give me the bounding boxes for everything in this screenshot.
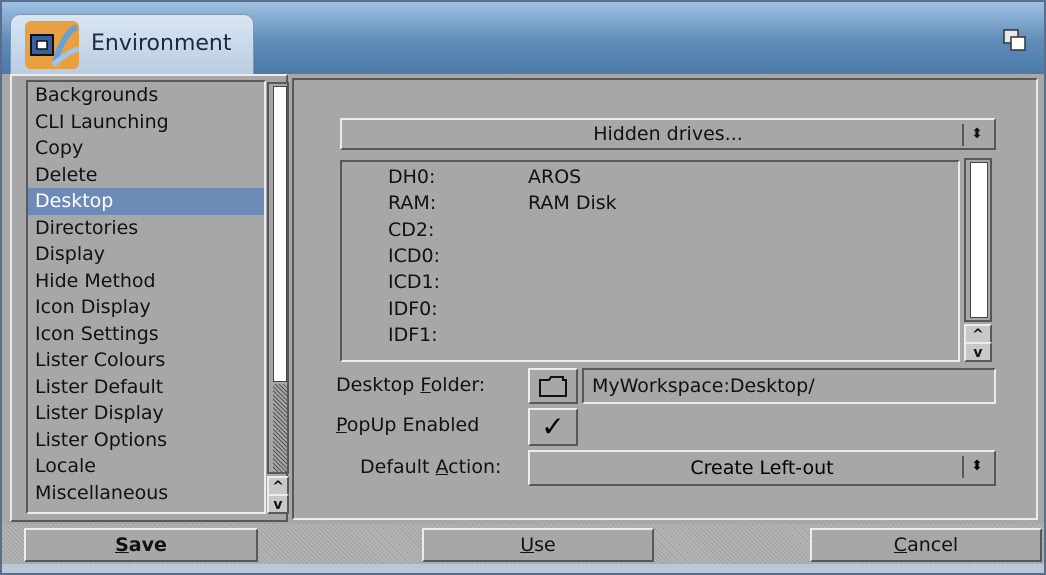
category-panel: Backgrounds CLI Launching Copy Delete Deskto… bbox=[10, 74, 289, 522]
drive-row[interactable]: ICD1: bbox=[388, 271, 528, 293]
category-item[interactable]: Icon Display bbox=[28, 294, 264, 321]
scrollbar-track[interactable] bbox=[964, 158, 992, 322]
hidden-drives-label: Hidden drives... bbox=[593, 123, 743, 145]
cycle-icon: ⬍ bbox=[962, 456, 990, 478]
cancel-button[interactable]: Cancel bbox=[810, 528, 1042, 562]
category-item[interactable]: Desktop bbox=[28, 188, 264, 215]
hidden-drives-list[interactable]: DH0: AROS RAM: RAM Disk CD2: ICD0: ICD1: IDF0: I… bbox=[340, 160, 960, 362]
drive-device: IDF1: bbox=[388, 323, 438, 346]
category-item[interactable]: Lister Options bbox=[28, 427, 264, 454]
checkmark-icon: ✓ bbox=[541, 410, 565, 443]
scrollbar-track[interactable] bbox=[267, 82, 289, 474]
drive-row[interactable]: RAM: RAM Disk bbox=[388, 192, 617, 214]
environment-window: Environment Backgrounds CLI Launching Copy… bbox=[0, 0, 1046, 575]
drive-row[interactable]: ICD0: bbox=[388, 245, 528, 267]
drive-row[interactable]: IDF1: bbox=[388, 324, 528, 346]
default-action-label: Default Action: bbox=[360, 456, 502, 478]
category-item[interactable]: Lister Default bbox=[28, 374, 264, 401]
desktop-folder-label: Desktop Folder: bbox=[336, 374, 486, 396]
category-item[interactable]: Locale bbox=[28, 453, 264, 480]
drive-device: ICD0: bbox=[388, 244, 440, 267]
hidden-drives-cycle[interactable]: Hidden drives... ⬍ bbox=[340, 118, 996, 150]
drive-device: DH0: bbox=[388, 166, 436, 188]
desktop-settings-panel: Hidden drives... ⬍ DH0: AROS RAM: RAM Disk C… bbox=[292, 78, 1038, 520]
drive-device: ICD1: bbox=[388, 271, 440, 294]
depth-gadget-icon[interactable] bbox=[1002, 28, 1028, 52]
scroll-down-icon[interactable]: v bbox=[267, 494, 289, 514]
folder-icon bbox=[539, 376, 567, 397]
drives-scrollbar[interactable]: ^ v bbox=[964, 158, 994, 362]
category-item[interactable]: Icon Settings bbox=[28, 321, 264, 348]
drive-device: IDF0: bbox=[388, 297, 438, 320]
window-title: Environment bbox=[91, 31, 232, 56]
drive-device: RAM: bbox=[388, 192, 437, 215]
title-bar[interactable]: Environment bbox=[2, 2, 1044, 74]
button-bar: Save Use Cancel bbox=[2, 524, 1044, 564]
popup-enabled-checkbox[interactable]: ✓ bbox=[528, 408, 578, 446]
drive-row[interactable]: CD2: bbox=[388, 219, 528, 241]
drive-row[interactable]: IDF0: bbox=[388, 298, 528, 320]
drive-device: CD2: bbox=[388, 218, 435, 241]
category-item[interactable]: CLI Launching bbox=[28, 109, 264, 136]
category-item[interactable]: Lister Display bbox=[28, 400, 264, 427]
title-tab: Environment bbox=[10, 14, 254, 74]
category-item[interactable]: Copy bbox=[28, 135, 264, 162]
drive-volume-name: RAM Disk bbox=[528, 192, 617, 215]
scrollbar-thumb[interactable] bbox=[970, 162, 988, 318]
category-item[interactable]: Miscellaneous bbox=[28, 480, 264, 507]
folder-picker-button[interactable] bbox=[528, 368, 578, 404]
drive-row[interactable]: DH0: AROS bbox=[388, 166, 581, 188]
default-action-cycle[interactable]: Create Left-out ⬍ bbox=[528, 450, 996, 486]
scroll-up-icon[interactable]: ^ bbox=[964, 324, 992, 344]
environment-app-icon bbox=[25, 21, 79, 69]
desktop-folder-field[interactable]: MyWorkspace:Desktop/ bbox=[582, 368, 996, 404]
drive-volume-name: AROS bbox=[528, 166, 582, 188]
category-item[interactable]: Display bbox=[28, 241, 264, 268]
default-action-value: Create Left-out bbox=[690, 457, 834, 479]
scroll-down-icon[interactable]: v bbox=[964, 342, 992, 362]
scroll-up-icon[interactable]: ^ bbox=[267, 476, 289, 496]
window-bottom-border bbox=[2, 564, 1044, 573]
category-item[interactable]: Backgrounds bbox=[28, 82, 264, 109]
scrollbar-thumb[interactable] bbox=[273, 86, 287, 382]
category-item[interactable]: Hide Method bbox=[28, 268, 264, 295]
category-scrollbar[interactable]: ^ v bbox=[267, 82, 289, 514]
use-button[interactable]: Use bbox=[422, 528, 654, 562]
category-item[interactable]: Delete bbox=[28, 162, 264, 189]
popup-enabled-label: PopUp Enabled bbox=[336, 414, 480, 436]
category-list[interactable]: Backgrounds CLI Launching Copy Delete Deskto… bbox=[26, 80, 266, 514]
cycle-icon: ⬍ bbox=[962, 124, 990, 146]
category-item[interactable]: Directories bbox=[28, 215, 264, 242]
save-button[interactable]: Save bbox=[24, 528, 258, 562]
category-item[interactable]: Lister Colours bbox=[28, 347, 264, 374]
